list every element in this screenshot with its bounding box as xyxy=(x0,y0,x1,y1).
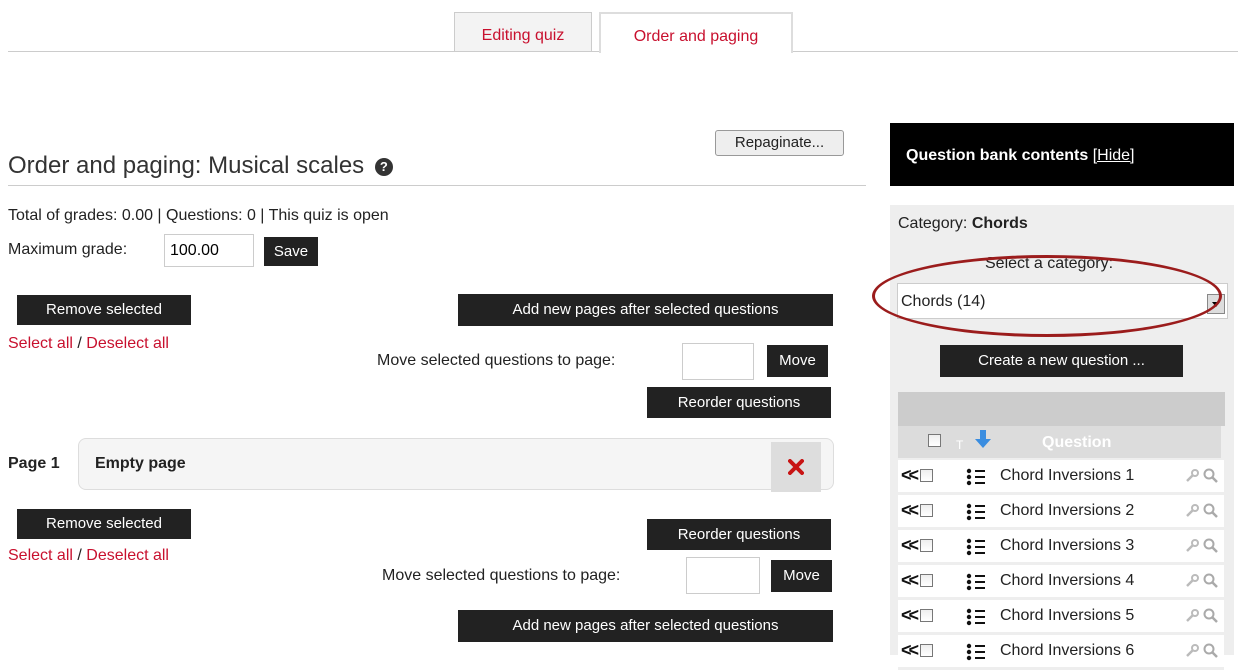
question-row: << Chord Inversions 2 xyxy=(898,495,1224,530)
move-to-page-input-bottom[interactable] xyxy=(686,557,760,594)
add-to-quiz-icon[interactable]: << xyxy=(901,570,919,591)
multichoice-icon xyxy=(966,573,985,591)
category-name: Chords xyxy=(971,215,1028,232)
empty-page-label: Empty page xyxy=(95,455,186,472)
add-pages-button[interactable]: Add new pages after selected questions xyxy=(458,294,833,326)
select-separator-bottom: / xyxy=(77,547,82,564)
question-row: << Chord Inversions 3 xyxy=(898,530,1224,565)
select-links: Select all / Deselect all xyxy=(8,335,169,353)
repaginate-button[interactable]: Repaginate... xyxy=(715,130,844,156)
question-name[interactable]: Chord Inversions 2 xyxy=(1000,502,1134,520)
select-all-link-bottom[interactable]: Select all xyxy=(8,547,73,564)
move-to-page-input[interactable] xyxy=(682,343,754,380)
multichoice-icon xyxy=(966,608,985,626)
close-icon xyxy=(788,459,804,475)
save-button[interactable]: Save xyxy=(264,237,318,266)
category-prefix: Category: xyxy=(898,215,968,232)
add-to-quiz-icon[interactable]: << xyxy=(901,465,919,486)
max-grade-label: Maximum grade: xyxy=(8,241,128,258)
question-row: << Chord Inversions 1 xyxy=(898,460,1224,495)
page-title-text: Order and paging: Musical scales xyxy=(8,152,365,179)
question-bank-title: Question bank contents xyxy=(906,147,1089,164)
question-row: << Chord Inversions 5 xyxy=(898,600,1224,635)
question-checkbox[interactable] xyxy=(920,504,933,517)
select-links-bottom: Select all / Deselect all xyxy=(8,547,169,565)
preview-magnifier-icon[interactable] xyxy=(1203,503,1219,519)
multichoice-icon xyxy=(966,468,985,486)
select-all-link[interactable]: Select all xyxy=(8,335,73,352)
tab-editing-quiz-label: Editing quiz xyxy=(481,27,565,44)
add-to-quiz-icon[interactable]: << xyxy=(901,640,919,661)
tab-editing-quiz[interactable]: Editing quiz xyxy=(454,12,592,51)
question-bank-header: Question bank contents [Hide] xyxy=(890,123,1234,186)
add-pages-button-bottom[interactable]: Add new pages after selected questions xyxy=(458,610,833,642)
hide-link[interactable]: [Hide] xyxy=(1093,147,1135,164)
help-icon[interactable]: ? xyxy=(374,158,393,176)
multichoice-icon xyxy=(966,503,985,521)
page-title: Order and paging: Musical scales ? xyxy=(8,152,393,180)
question-checkbox[interactable] xyxy=(920,609,933,622)
move-to-page-label: Move selected questions to page: xyxy=(377,352,616,369)
preview-magnifier-icon[interactable] xyxy=(1203,608,1219,624)
table-toolbar xyxy=(898,392,1225,426)
title-divider xyxy=(8,185,866,186)
deselect-all-link-bottom[interactable]: Deselect all xyxy=(86,547,169,564)
edit-wrench-icon[interactable] xyxy=(1185,539,1199,553)
category-line: Category: Chords xyxy=(898,215,1028,233)
deselect-all-link[interactable]: Deselect all xyxy=(86,335,169,352)
move-to-page-label-bottom: Move selected questions to page: xyxy=(382,567,621,584)
question-checkbox[interactable] xyxy=(920,644,933,657)
edit-wrench-icon[interactable] xyxy=(1185,609,1199,623)
create-question-button[interactable]: Create a new question ... xyxy=(940,345,1183,377)
multichoice-icon xyxy=(966,643,985,661)
add-to-quiz-icon[interactable]: << xyxy=(901,605,919,626)
edit-wrench-icon[interactable] xyxy=(1185,504,1199,518)
question-name[interactable]: Chord Inversions 6 xyxy=(1000,642,1134,660)
question-checkbox[interactable] xyxy=(920,539,933,552)
delete-page-button[interactable] xyxy=(771,442,821,492)
preview-magnifier-icon[interactable] xyxy=(1203,468,1219,484)
move-button[interactable]: Move xyxy=(767,345,828,377)
question-row: << Chord Inversions 4 xyxy=(898,565,1224,600)
preview-magnifier-icon[interactable] xyxy=(1203,573,1219,589)
annotation-ellipse xyxy=(872,255,1222,337)
question-name[interactable]: Chord Inversions 1 xyxy=(1000,467,1134,485)
type-column-header[interactable]: T xyxy=(956,438,963,452)
question-name[interactable]: Chord Inversions 3 xyxy=(1000,537,1134,555)
question-name[interactable]: Chord Inversions 4 xyxy=(1000,572,1134,590)
question-row: << Chord Inversions 6 xyxy=(898,635,1224,670)
question-checkbox[interactable] xyxy=(920,574,933,587)
preview-magnifier-icon[interactable] xyxy=(1203,643,1219,659)
quiz-summary: Total of grades: 0.00 | Questions: 0 | T… xyxy=(8,207,389,224)
select-all-checkbox[interactable] xyxy=(928,434,941,447)
page-number-label: Page 1 xyxy=(8,455,60,472)
tab-order-and-paging[interactable]: Order and paging xyxy=(599,12,793,53)
move-button-bottom[interactable]: Move xyxy=(771,560,832,592)
add-to-quiz-icon[interactable]: << xyxy=(901,500,919,521)
sort-arrow-icon[interactable] xyxy=(974,429,992,449)
reorder-questions-button[interactable]: Reorder questions xyxy=(647,387,831,418)
add-to-quiz-icon[interactable]: << xyxy=(901,535,919,556)
edit-wrench-icon[interactable] xyxy=(1185,644,1199,658)
tab-order-and-paging-label: Order and paging xyxy=(633,28,759,45)
question-name[interactable]: Chord Inversions 5 xyxy=(1000,607,1134,625)
max-grade-input[interactable] xyxy=(164,234,254,267)
select-separator: / xyxy=(77,335,82,352)
edit-wrench-icon[interactable] xyxy=(1185,574,1199,588)
question-column-header[interactable]: Question xyxy=(1042,434,1111,452)
page-box: Empty page xyxy=(78,438,834,490)
remove-selected-button[interactable]: Remove selected xyxy=(17,295,191,325)
preview-magnifier-icon[interactable] xyxy=(1203,538,1219,554)
question-bank-title-line: Question bank contents [Hide] xyxy=(906,147,1135,165)
question-checkbox[interactable] xyxy=(920,469,933,482)
reorder-questions-button-bottom[interactable]: Reorder questions xyxy=(647,519,831,550)
edit-wrench-icon[interactable] xyxy=(1185,469,1199,483)
question-table-header: T Question xyxy=(898,426,1221,458)
multichoice-icon xyxy=(966,538,985,556)
remove-selected-button-bottom[interactable]: Remove selected xyxy=(17,509,191,539)
